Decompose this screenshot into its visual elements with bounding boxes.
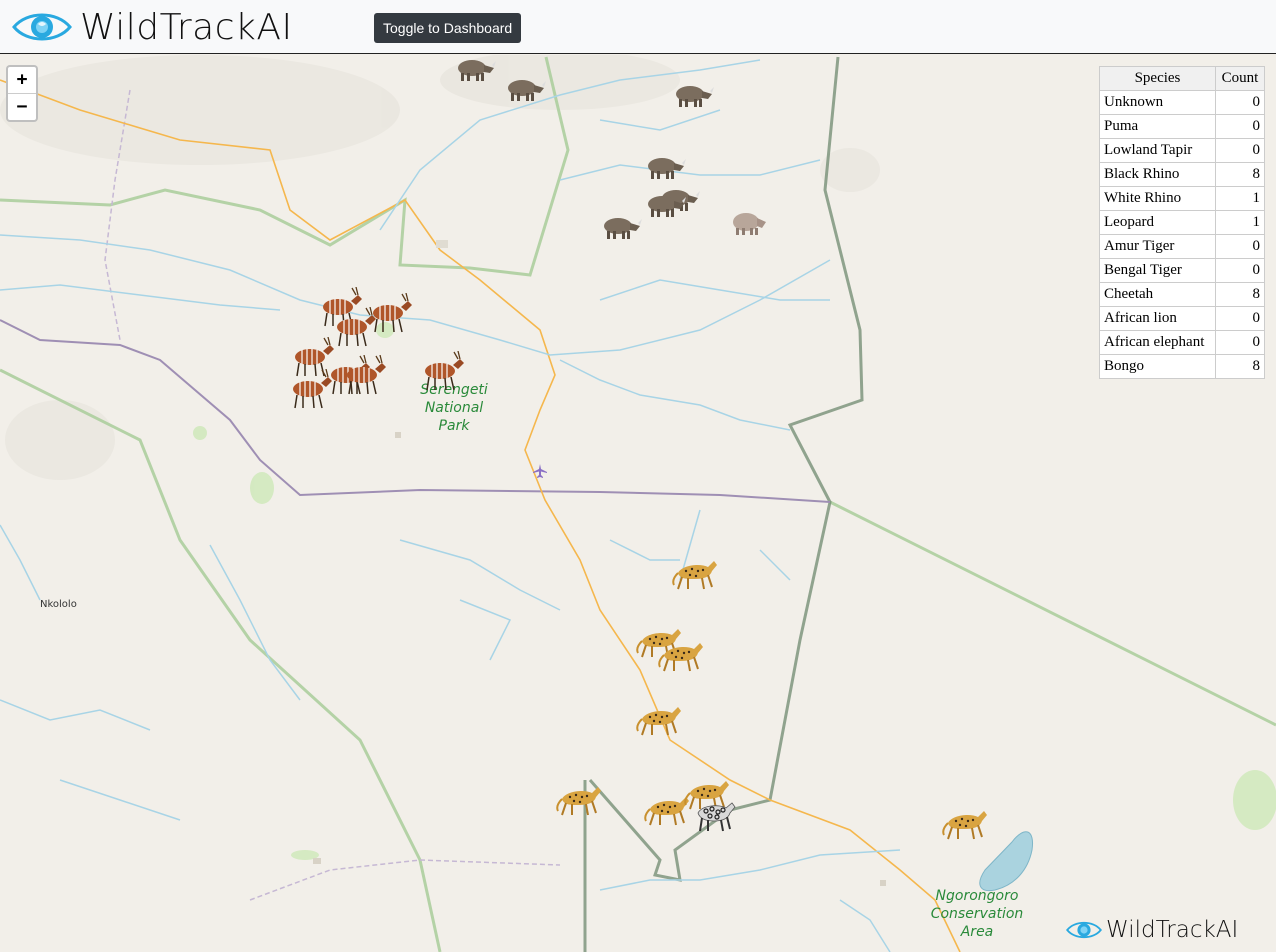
place-label-nkololo: Nkololo [40,599,77,610]
zoom-control: + − [6,65,38,122]
black-rhino-icon[interactable] [596,213,642,241]
black-rhino-icon[interactable] [668,81,714,109]
table-header-row: Species Count [1099,66,1265,91]
table-row: Bongo 8 [1099,354,1265,379]
species-cell: Bongo [1099,354,1216,379]
species-count-table: Species Count Unknown 0 Puma 0 Lowland Tap… [1099,66,1265,379]
count-cell: 0 [1215,90,1265,115]
airport-icon [533,464,547,478]
cheetah-icon[interactable] [658,633,704,673]
species-cell: African elephant [1099,330,1216,355]
table-row: Leopard 1 [1099,210,1265,235]
species-column-header: Species [1099,66,1216,91]
black-rhino-icon[interactable] [640,153,686,181]
count-cell: 0 [1215,330,1265,355]
species-cell: Bengal Tiger [1099,258,1216,283]
zoom-out-button[interactable]: − [8,94,36,120]
black-rhino-icon[interactable] [450,55,496,83]
species-cell: White Rhino [1099,186,1216,211]
watermark-logo: WildTrackAI [1066,917,1238,943]
count-cell: 0 [1215,234,1265,259]
table-row: Unknown 0 [1099,90,1265,115]
bongo-icon[interactable] [286,369,334,409]
table-row: Cheetah 8 [1099,282,1265,307]
species-cell: Unknown [1099,90,1216,115]
table-row: African elephant 0 [1099,330,1265,355]
watermark-text: WildTrackAI [1106,917,1239,943]
species-cell: Lowland Tapir [1099,138,1216,163]
bongo-icon[interactable] [330,307,378,347]
logo-text: WildTrackAI [80,6,293,48]
cheetah-icon[interactable] [556,777,602,817]
table-row: Puma 0 [1099,114,1265,139]
bongo-icon[interactable] [418,351,466,391]
cheetah-icon[interactable] [672,551,718,591]
bongo-icon[interactable] [340,355,388,395]
app-header: WildTrackAI Toggle to Dashboard [0,0,1276,54]
app-logo: WildTrackAI [12,4,293,50]
species-cell: Leopard [1099,210,1216,235]
table-row: Black Rhino 8 [1099,162,1265,187]
count-cell: 0 [1215,114,1265,139]
count-cell: 8 [1215,162,1265,187]
eye-icon [1066,921,1102,939]
table-row: African lion 0 [1099,306,1265,331]
species-cell: Amur Tiger [1099,234,1216,259]
count-column-header: Count [1215,66,1265,91]
table-row: White Rhino 1 [1099,186,1265,211]
leopard-icon[interactable] [694,795,736,833]
count-cell: 0 [1215,138,1265,163]
black-rhino-icon[interactable] [500,75,546,103]
eye-icon [12,13,72,41]
table-row: Lowland Tapir 0 [1099,138,1265,163]
cheetah-icon[interactable] [942,801,988,841]
map-tiles[interactable] [0,55,1276,952]
park-label-ngorongoro: Ngorongoro Conservation Area [930,888,1024,940]
map-view[interactable]: + − Serengeti National Park Ngorongoro C… [0,55,1276,952]
white-rhino-icon[interactable] [728,209,768,237]
table-row: Amur Tiger 0 [1099,234,1265,259]
toggle-dashboard-button[interactable]: Toggle to Dashboard [374,13,522,43]
count-cell: 1 [1215,210,1265,235]
table-row: Bengal Tiger 0 [1099,258,1265,283]
count-cell: 8 [1215,354,1265,379]
count-cell: 0 [1215,258,1265,283]
cheetah-icon[interactable] [636,697,682,737]
count-cell: 1 [1215,186,1265,211]
species-cell: African lion [1099,306,1216,331]
zoom-in-button[interactable]: + [8,67,36,94]
species-cell: Cheetah [1099,282,1216,307]
count-cell: 8 [1215,282,1265,307]
species-cell: Black Rhino [1099,162,1216,187]
species-cell: Puma [1099,114,1216,139]
count-cell: 0 [1215,306,1265,331]
black-rhino-icon[interactable] [640,191,686,219]
